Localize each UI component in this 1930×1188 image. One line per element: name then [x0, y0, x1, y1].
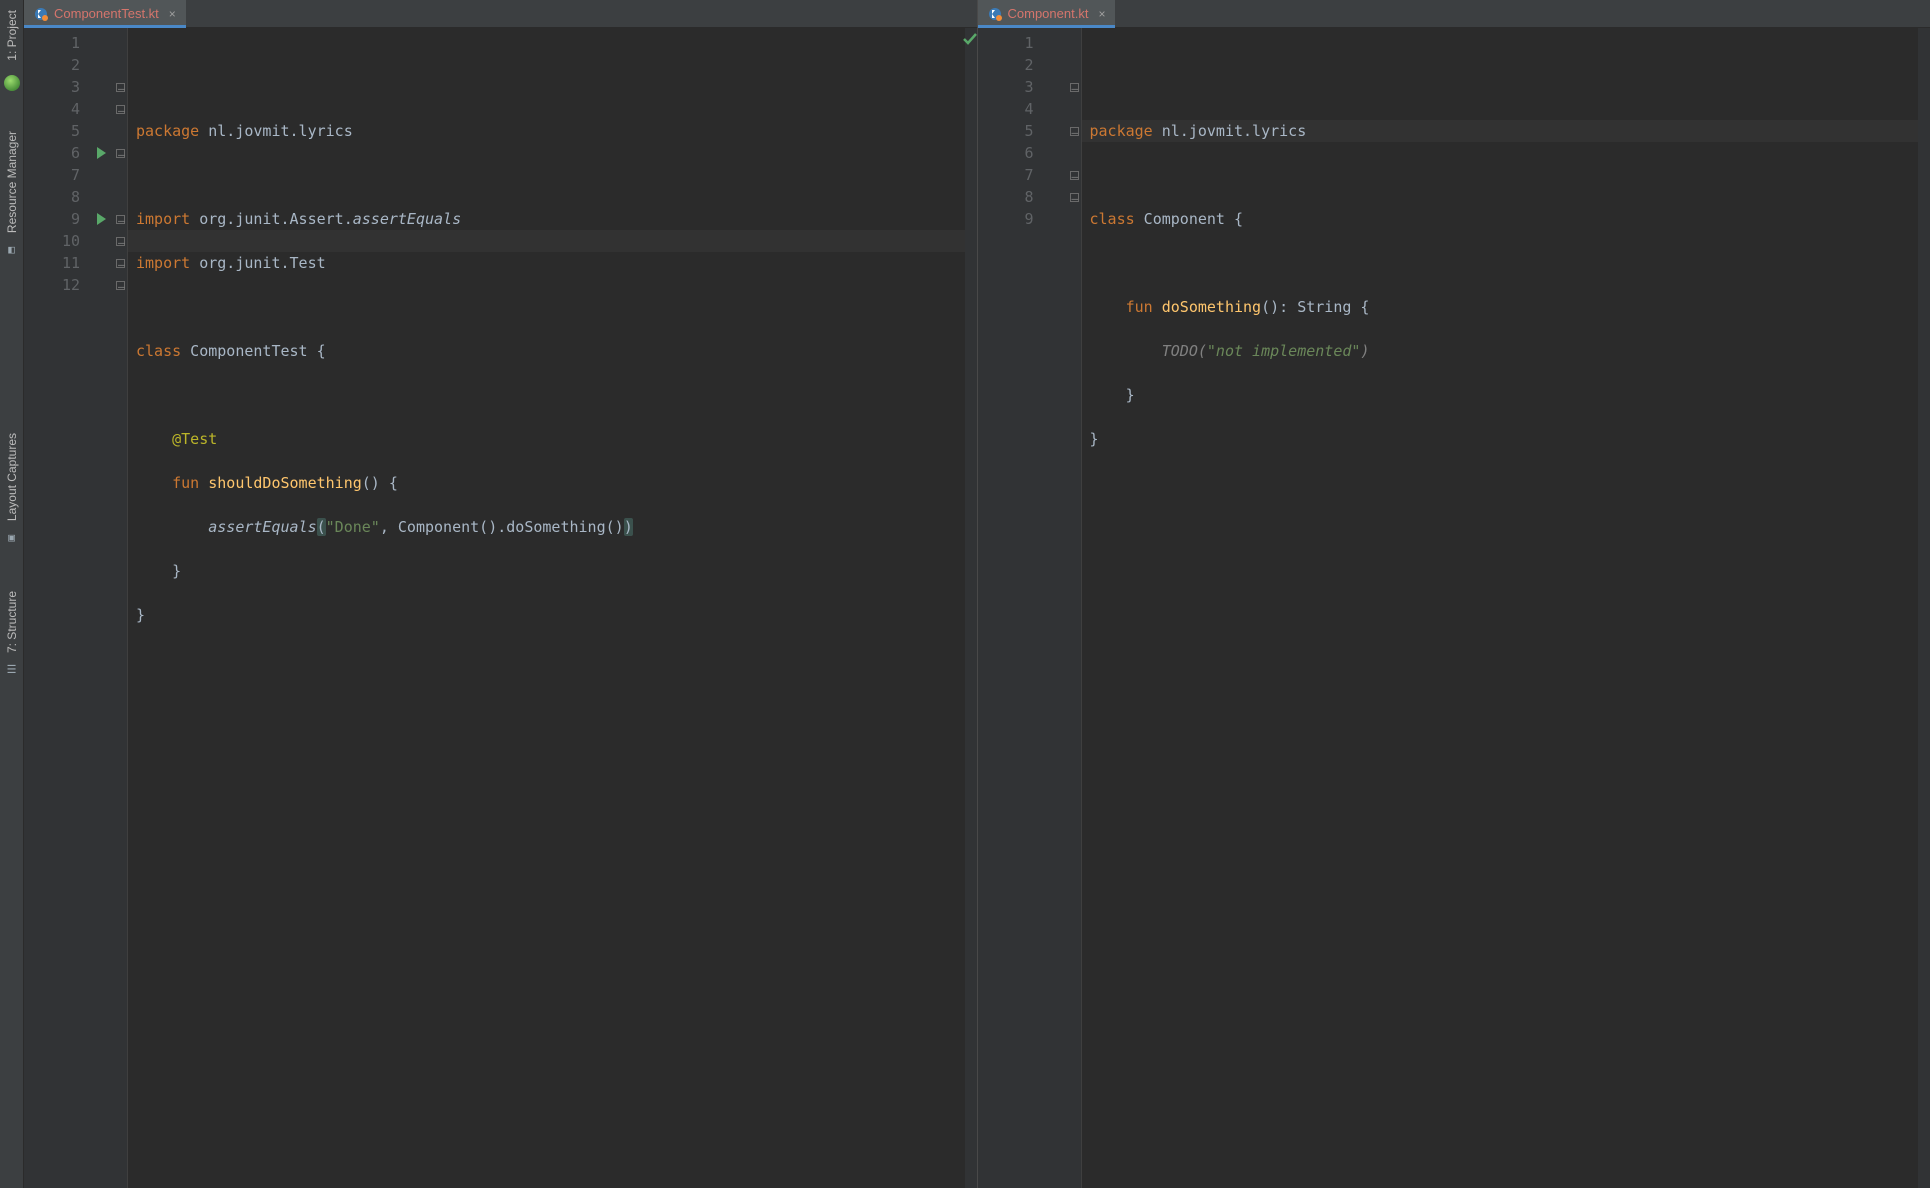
tab-bar-right: Component.kt ×	[978, 0, 1930, 28]
kotlin-file-icon	[34, 7, 48, 21]
layout-captures-icon: ▣	[5, 531, 19, 545]
run-gutter	[1042, 28, 1068, 1188]
code-area-right[interactable]: 1 2 3 4 5 6 7 8 9	[978, 28, 1930, 1188]
tab-label: ComponentTest.kt	[54, 6, 159, 21]
run-icon	[97, 213, 106, 225]
code-area-left[interactable]: 1 2 3 4 5 6 7 8 9 10 11 12	[24, 28, 977, 1188]
fold-icon	[116, 259, 125, 268]
code-content-left[interactable]: package nl.jovmit.lyrics import org.juni…	[128, 28, 965, 1188]
editor-pane-left: ComponentTest.kt × 1 2 3 4 5 6 7 8 9 10 …	[24, 0, 977, 1188]
run-class-marker[interactable]	[88, 142, 114, 164]
close-icon[interactable]: ×	[1098, 7, 1105, 21]
tool-window-resource-manager[interactable]: Resource Manager	[5, 127, 19, 237]
tab-label: Component.kt	[1008, 6, 1089, 21]
editor-pane-right: Component.kt × 1 2 3 4 5 6 7 8 9	[977, 0, 1930, 1188]
fold-icon	[1070, 193, 1079, 202]
line-number-gutter: 1 2 3 4 5 6 7 8 9	[978, 28, 1042, 1188]
analysis-strip-left	[965, 28, 977, 1188]
run-icon	[97, 147, 106, 159]
line-number-gutter: 1 2 3 4 5 6 7 8 9 10 11 12	[24, 28, 88, 1188]
fold-icon	[116, 215, 125, 224]
kotlin-file-icon	[988, 7, 1002, 21]
android-studio-icon	[4, 75, 20, 91]
analysis-ok-icon	[966, 32, 976, 42]
editor-splitter: ComponentTest.kt × 1 2 3 4 5 6 7 8 9 10 …	[24, 0, 1930, 1188]
fold-icon	[116, 281, 125, 290]
app-root: 1: Project Resource Manager ◧ Layout Cap…	[0, 0, 1930, 1188]
tab-bar-left: ComponentTest.kt ×	[24, 0, 977, 28]
fold-icon	[1070, 127, 1079, 136]
code-content-right[interactable]: package nl.jovmit.lyrics class Component…	[1082, 28, 1919, 1188]
fold-icon	[116, 105, 125, 114]
fold-gutter	[1068, 28, 1082, 1188]
tool-window-project[interactable]: 1: Project	[5, 6, 19, 65]
fold-icon	[116, 237, 125, 246]
resource-manager-icon: ◧	[5, 243, 19, 257]
fold-icon	[1070, 171, 1079, 180]
analysis-strip-right	[1918, 28, 1930, 1188]
tool-window-structure[interactable]: 7: Structure	[5, 587, 19, 657]
run-test-marker[interactable]	[88, 208, 114, 230]
fold-icon	[1070, 83, 1079, 92]
tool-window-layout-captures[interactable]: Layout Captures	[5, 429, 19, 525]
fold-icon	[116, 149, 125, 158]
tab-component[interactable]: Component.kt ×	[978, 0, 1117, 27]
tab-componenttest[interactable]: ComponentTest.kt ×	[24, 0, 187, 27]
close-icon[interactable]: ×	[169, 7, 176, 21]
fold-icon	[116, 83, 125, 92]
fold-gutter	[114, 28, 128, 1188]
run-gutter	[88, 28, 114, 1188]
structure-icon: ☰	[5, 663, 19, 677]
left-tool-strip: 1: Project Resource Manager ◧ Layout Cap…	[0, 0, 24, 1188]
